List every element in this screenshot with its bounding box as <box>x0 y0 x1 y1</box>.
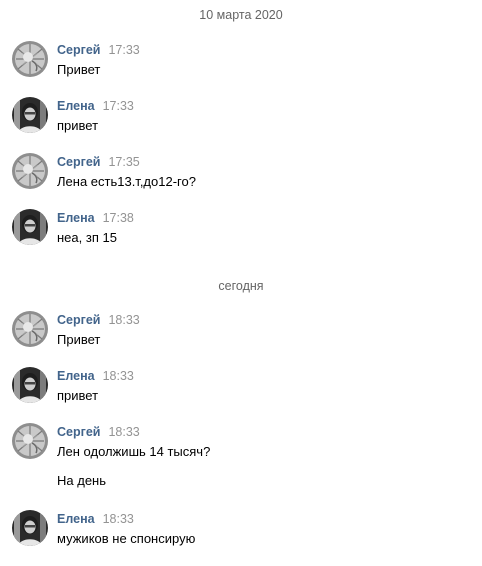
message-item: Сергей 17:33 Привет <box>12 41 472 81</box>
author-name[interactable]: Сергей <box>57 155 100 169</box>
sergey-avatar[interactable] <box>12 153 48 189</box>
sergey-avatar[interactable] <box>12 423 48 459</box>
message-time[interactable]: 17:33 <box>108 43 139 57</box>
message-header: Елена 18:33 <box>57 512 134 527</box>
sergey-avatar-icon <box>12 41 48 77</box>
author-name[interactable]: Сергей <box>57 425 100 439</box>
elena-avatar[interactable] <box>12 510 48 546</box>
sergey-avatar-icon <box>12 423 48 459</box>
elena-avatar-icon <box>12 367 48 403</box>
author-name[interactable]: Елена <box>57 99 95 113</box>
message-text: Привет <box>57 332 101 347</box>
message-time[interactable]: 18:33 <box>108 425 139 439</box>
message-item: Сергей 18:33 Лен одолжишь 14 тысяч? <box>12 423 472 463</box>
date-separator-first: 10 марта 2020 <box>199 8 283 22</box>
message-time[interactable]: 17:33 <box>103 99 134 113</box>
sergey-avatar[interactable] <box>12 311 48 347</box>
message-header: Сергей 17:33 <box>57 43 140 58</box>
message-header: Сергей 18:33 <box>57 425 140 440</box>
message-text-followup: На день <box>57 473 106 488</box>
message-time[interactable]: 18:33 <box>103 512 134 526</box>
message-time[interactable]: 17:38 <box>103 211 134 225</box>
elena-avatar[interactable] <box>12 97 48 133</box>
author-name[interactable]: Сергей <box>57 43 100 57</box>
sergey-avatar-icon <box>12 311 48 347</box>
message-item: Елена 17:33 привет <box>12 97 472 137</box>
message-header: Сергей 17:35 <box>57 155 140 170</box>
message-text: привет <box>57 388 99 403</box>
elena-avatar-icon <box>12 510 48 546</box>
date-separator-today: сегодня <box>218 279 264 293</box>
sergey-avatar[interactable] <box>12 41 48 77</box>
message-item: Сергей 17:35 Лена есть13.т,до12-го? <box>12 153 472 193</box>
message-header: Елена 18:33 <box>57 369 134 384</box>
elena-avatar[interactable] <box>12 367 48 403</box>
message-text: Лена есть13.т,до12-го? <box>57 174 196 189</box>
message-time[interactable]: 17:35 <box>108 155 139 169</box>
author-name[interactable]: Елена <box>57 211 95 225</box>
message-text: Привет <box>57 62 101 77</box>
message-text: мужиков не спонсирую <box>57 531 196 546</box>
message-text: Лен одолжишь 14 тысяч? <box>57 444 211 459</box>
elena-avatar[interactable] <box>12 209 48 245</box>
message-header: Елена 17:33 <box>57 99 134 114</box>
message-item: Сергей 18:33 Привет <box>12 311 472 351</box>
sergey-avatar-icon <box>12 153 48 189</box>
message-header: Елена 17:38 <box>57 211 134 226</box>
message-item: Елена 18:33 привет <box>12 367 472 407</box>
message-item: Елена 17:38 неа, зп 15 <box>12 209 472 249</box>
author-name[interactable]: Елена <box>57 369 95 383</box>
message-text: привет <box>57 118 99 133</box>
elena-avatar-icon <box>12 97 48 133</box>
message-header: Сергей 18:33 <box>57 313 140 328</box>
message-time[interactable]: 18:33 <box>108 313 139 327</box>
author-name[interactable]: Елена <box>57 512 95 526</box>
message-item: Елена 18:33 мужиков не спонсирую <box>12 510 472 550</box>
message-time[interactable]: 18:33 <box>103 369 134 383</box>
elena-avatar-icon <box>12 209 48 245</box>
author-name[interactable]: Сергей <box>57 313 100 327</box>
message-text: неа, зп 15 <box>57 230 117 245</box>
